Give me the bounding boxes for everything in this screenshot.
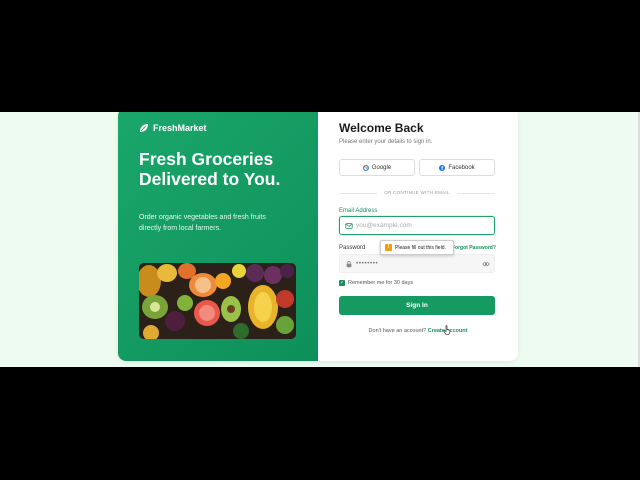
remember-checkbox[interactable]: ✓ (339, 280, 345, 286)
divider: OR CONTINUE WITH EMAIL (339, 190, 495, 196)
leaf-icon (140, 124, 148, 132)
hero-headline: Fresh Groceries Delivered to You. (139, 149, 281, 189)
eye-icon[interactable] (482, 260, 490, 268)
signin-form: Welcome Back Please enter your details t… (318, 112, 518, 361)
brand-logo[interactable]: FreshMarket (139, 123, 207, 133)
pointer-cursor-icon (443, 325, 451, 335)
signin-button[interactable]: Sign In (339, 296, 495, 315)
google-button[interactable]: Google (339, 159, 415, 176)
lock-icon (346, 260, 352, 268)
remember-me[interactable]: ✓ Remember me for 30 days (339, 280, 413, 286)
email-placeholder: you@example.com (356, 222, 412, 229)
tooltip-text: Please fill out this field. (395, 244, 446, 251)
produce-photo (139, 263, 296, 339)
form-subtitle: Please enter your details to sign in. (339, 139, 433, 145)
hero-panel: FreshMarket Fresh Groceries Delivered to… (118, 112, 318, 361)
form-title: Welcome Back (339, 121, 424, 135)
hero-subline: Order organic vegetables and fresh fruit… (139, 214, 266, 232)
page-viewport: FreshMarket Fresh Groceries Delivered to… (0, 112, 640, 367)
forgot-password-link[interactable]: Forgot Password? (452, 245, 496, 251)
facebook-label: Facebook (448, 164, 475, 171)
facebook-icon (439, 164, 446, 171)
password-field[interactable]: •••••••• (339, 254, 495, 273)
login-card: FreshMarket Fresh Groceries Delivered to… (118, 112, 518, 361)
email-field[interactable]: you@example.com (339, 216, 495, 235)
validation-tooltip: ! Please fill out this field. (380, 240, 454, 255)
warning-icon: ! (385, 244, 392, 251)
mail-icon (345, 223, 353, 229)
facebook-button[interactable]: Facebook (419, 159, 495, 176)
password-value: •••••••• (356, 260, 379, 267)
brand-name: FreshMarket (153, 123, 207, 133)
email-label: Email Address (339, 208, 378, 214)
signup-footer: Don't have an account? Create account (318, 328, 518, 334)
google-label: Google (371, 164, 392, 171)
remember-label: Remember me for 30 days (348, 280, 414, 286)
footer-text: Don't have an account? (368, 328, 427, 334)
google-icon (362, 164, 369, 171)
password-label: Password (339, 245, 366, 251)
